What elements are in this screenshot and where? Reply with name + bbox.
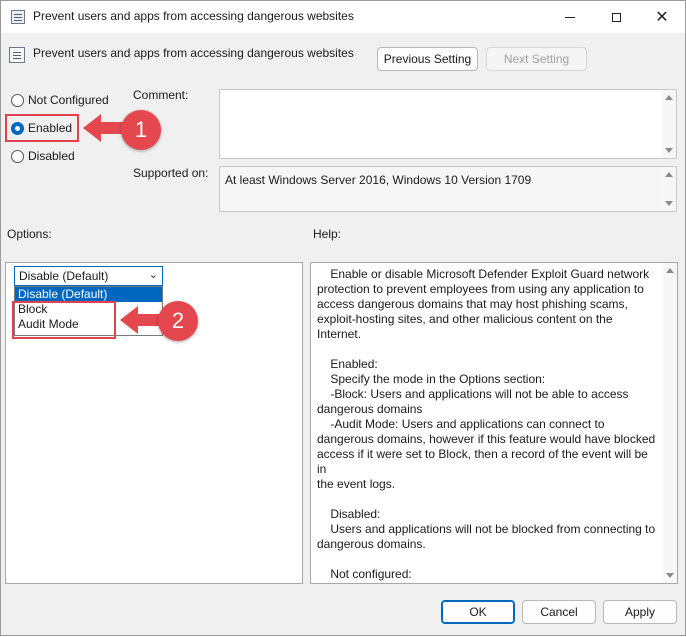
- callout-number-1: 1: [121, 110, 161, 150]
- ok-button[interactable]: OK: [441, 600, 515, 624]
- callout-arrows: [83, 114, 161, 334]
- policy-dialog: Prevent users and apps from accessing da…: [0, 0, 686, 636]
- callout-number-2: 2: [158, 301, 198, 341]
- callout-arrow-2: [120, 306, 161, 334]
- cancel-button[interactable]: Cancel: [522, 600, 596, 624]
- apply-button[interactable]: Apply: [603, 600, 677, 624]
- callout-arrow-1: [83, 114, 123, 142]
